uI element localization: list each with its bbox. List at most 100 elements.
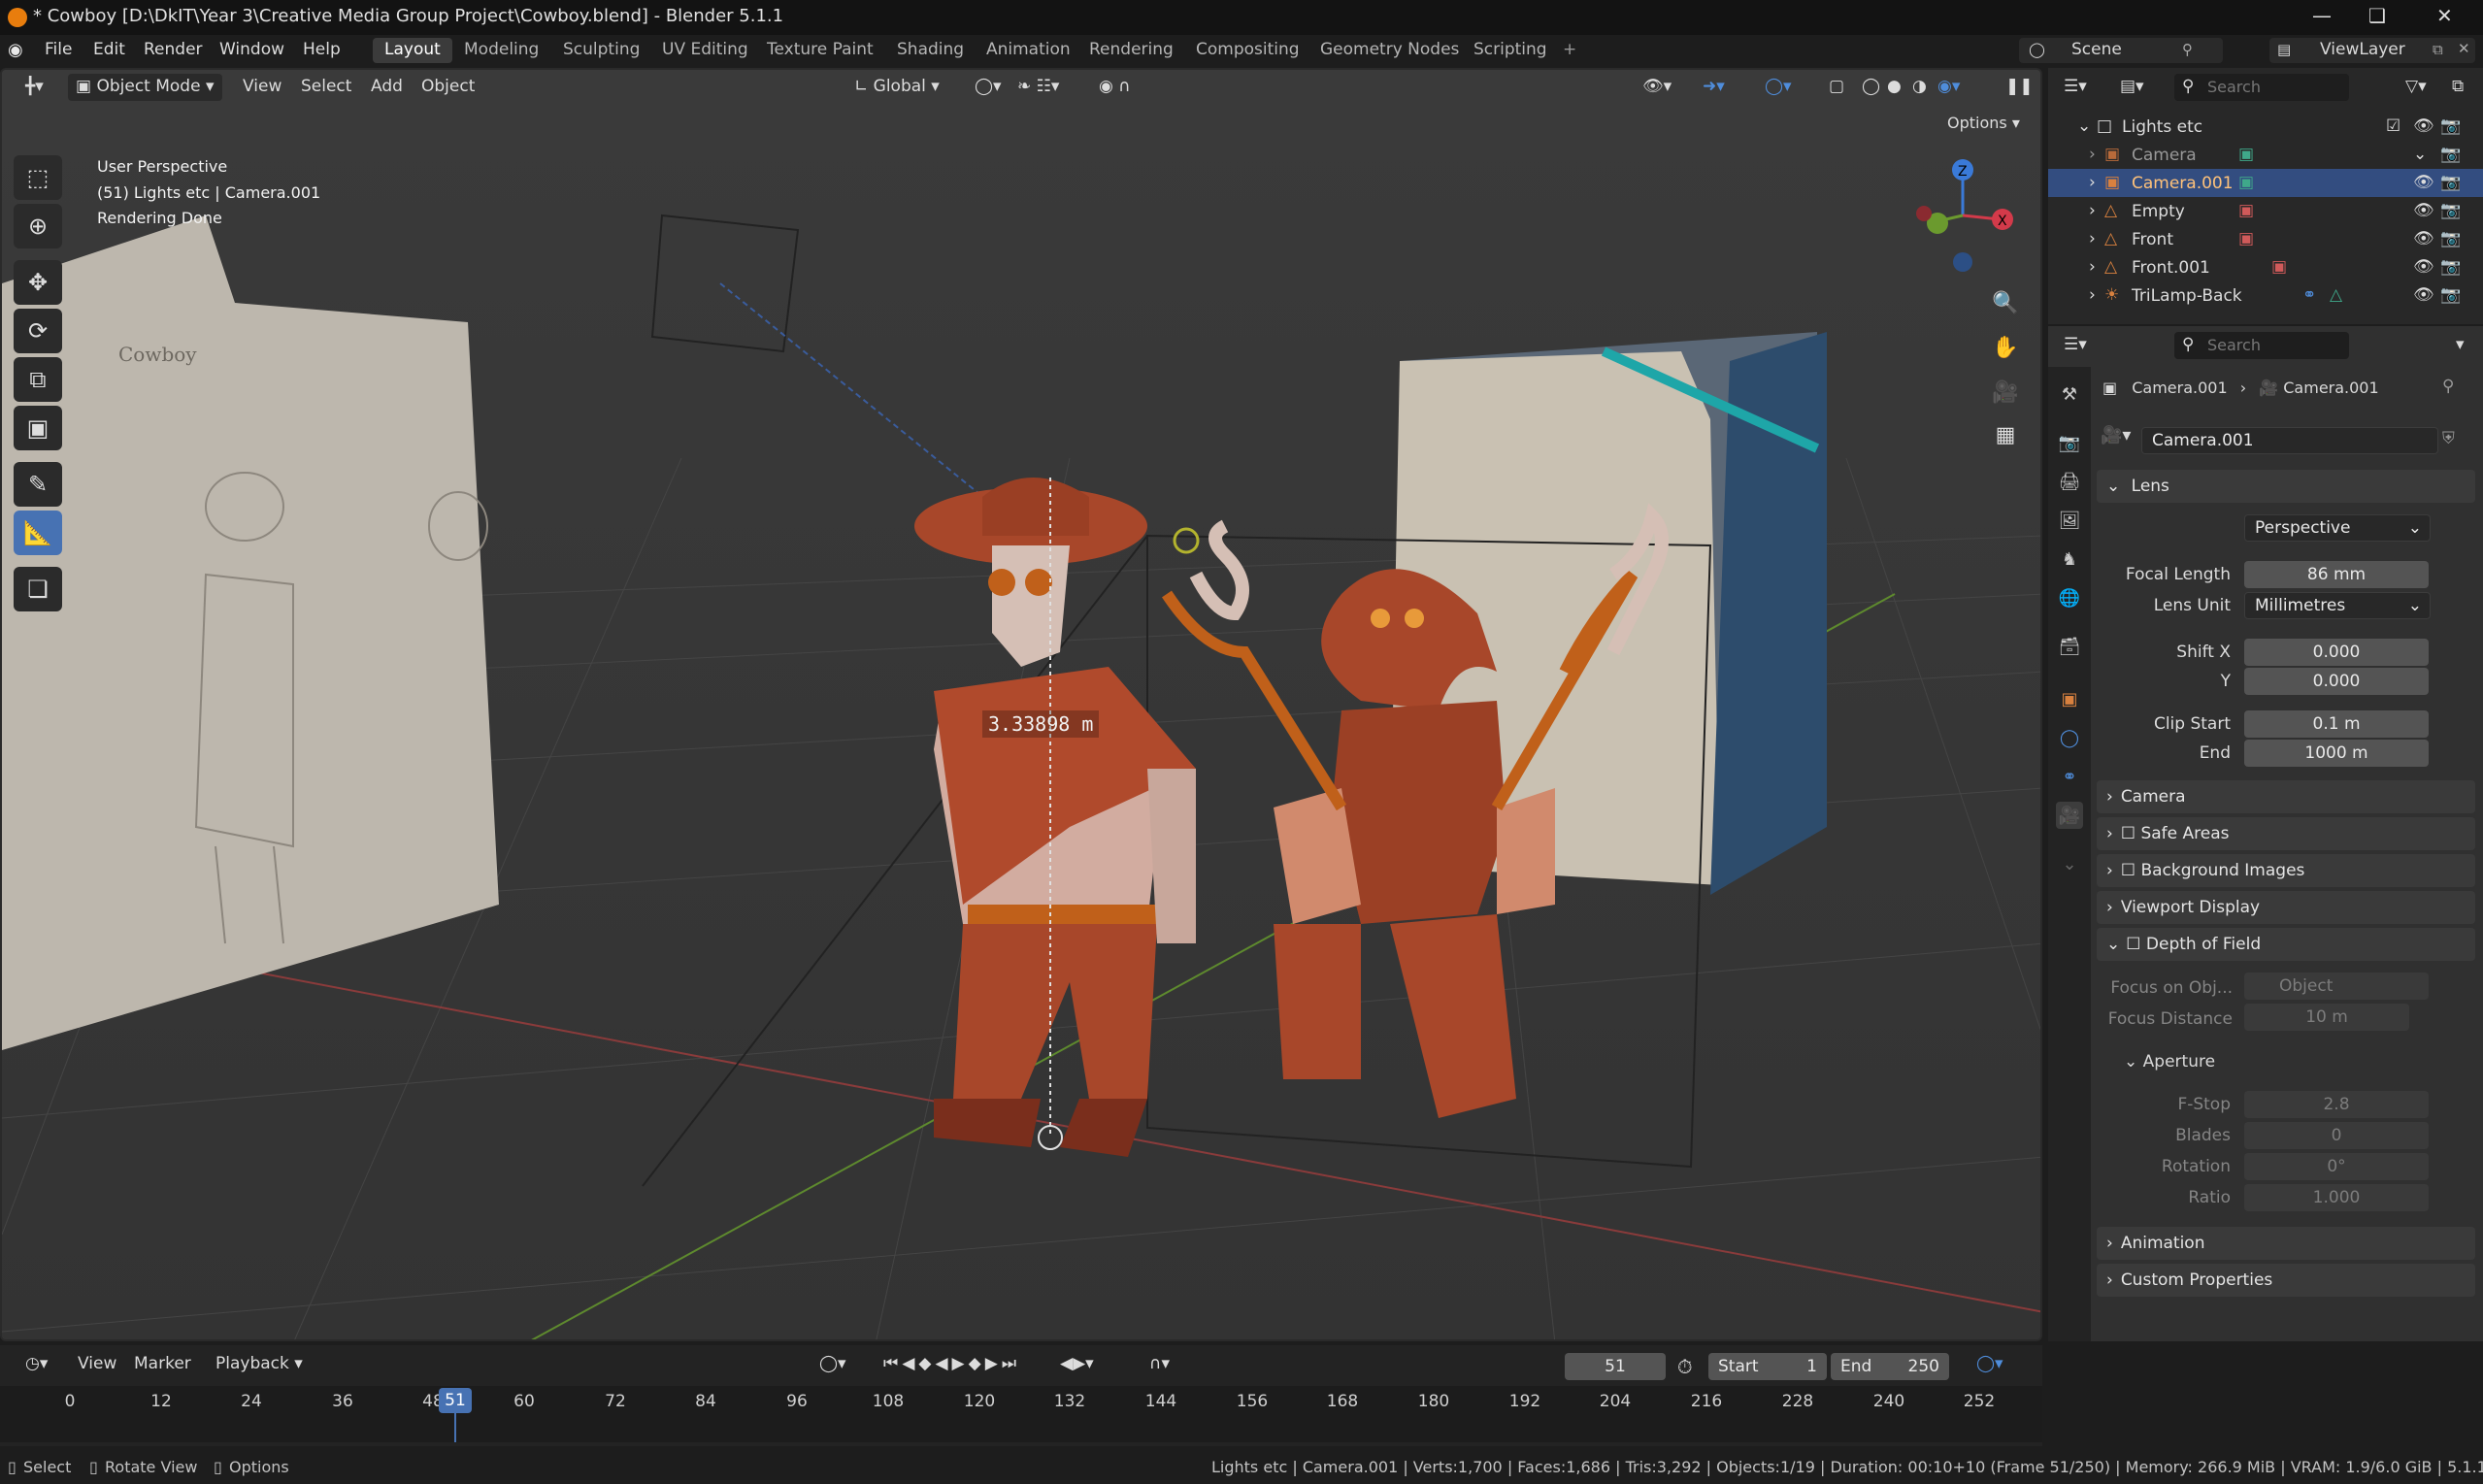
add-cube-tool[interactable]: ❏ [14,567,62,611]
focus-object-field[interactable]: Object [2244,973,2429,1000]
outliner-row-camera[interactable]: › ▣ Camera ▣ ⌄ 📷 [2048,141,2483,169]
properties-options-icon[interactable]: ▾ [2448,332,2472,359]
outliner-row-empty[interactable]: › △ Empty ▣ 👁 📷 [2048,197,2483,225]
camera-panel-header[interactable]: › Camera [2097,780,2475,813]
viewport-display-panel-header[interactable]: › Viewport Display [2097,891,2475,924]
rotate-tool[interactable]: ⟳ [14,309,62,353]
menu-file[interactable]: File [45,40,72,59]
viewlayer-selector[interactable]: ▤ ViewLayer ⧉ ✕ [2269,38,2475,63]
rendered-shading-icon[interactable]: ◉▾ [1930,74,1968,101]
tab-layout[interactable]: Layout [373,38,452,63]
visibility-icon[interactable]: 👁▾ [1635,74,1679,101]
render-camera-icon[interactable]: 📷 [2440,173,2461,192]
tab-modeling[interactable]: Modeling [452,38,550,63]
focal-length-field[interactable]: 86 mm [2244,561,2429,588]
keying-set-icon[interactable]: ∩▾ [1142,1351,1177,1378]
outliner-row-front-001[interactable]: › △ Front.001 ▣ 👁 📷 [2048,253,2483,281]
output-tab-icon[interactable]: 🖨 [2056,468,2083,495]
outliner-row-trilamp-back[interactable]: › ☀ TriLamp-Back ⚭ △ 👁 📷 [2048,281,2483,310]
annotate-tool[interactable]: ✎ [14,462,62,507]
hide-eye-icon[interactable]: 👁 [2413,257,2434,277]
menu-view[interactable]: View [235,74,289,101]
options-dropdown[interactable]: Options ▾ [1939,111,2028,138]
dof-checkbox[interactable]: ☐ [2126,935,2140,954]
playback-controls[interactable]: ⏮◀◆◀▶◆▶⏭ [876,1351,1028,1378]
object-tab-icon[interactable]: ▣ [2056,685,2083,712]
render-camera-icon[interactable]: 📷 [2440,116,2461,136]
auto-keying-icon[interactable]: ◯▾ [811,1351,854,1378]
editor-type-icon[interactable]: ╋▾ [17,74,51,101]
next-keyframe-icon[interactable]: ◆▶ [969,1354,1002,1373]
constraints-tab-icon[interactable]: ⚭ [2056,763,2083,790]
menu-render[interactable]: Render [144,40,203,59]
timeline-editor-icon[interactable]: ◷▾ [17,1351,55,1378]
move-tool[interactable]: ✥ [14,260,62,305]
hide-eye-icon[interactable]: ⌄ [2413,145,2427,164]
hide-eye-icon[interactable]: 👁 [2413,116,2434,136]
playhead[interactable]: 51 [439,1388,472,1413]
proportional-edit-icon[interactable]: ◉ ∩ [1091,74,1139,101]
safe-areas-panel-header[interactable]: › ☐ Safe Areas [2097,817,2475,850]
menu-help[interactable]: Help [303,40,341,59]
lens-unit-dropdown[interactable]: Millimetres ⌄ [2244,592,2431,619]
new-collection-icon[interactable]: ⧉ [2444,74,2471,101]
tab-geometry-nodes[interactable]: Geometry Nodes [1308,38,1471,63]
shift-y-field[interactable]: 0.000 [2244,668,2429,695]
menu-window[interactable]: Window [219,40,284,59]
tab-scripting[interactable]: Scripting [1462,38,1559,63]
fake-user-icon[interactable]: ⛨ [2442,429,2455,448]
play-reverse-icon[interactable]: ◀ [935,1354,951,1373]
remove-viewlayer-icon[interactable]: ✕ [2458,40,2470,57]
pan-hand-icon[interactable]: ✋ [1986,328,2025,367]
properties-search[interactable]: ⚲ Search [2174,332,2349,359]
camera-data-tab-icon[interactable]: 🎥 [2056,802,2083,829]
render-camera-icon[interactable]: 📷 [2440,285,2461,305]
prev-keyframe-icon[interactable]: ◀◆ [902,1354,935,1373]
jump-start-icon[interactable]: ⏮ [883,1354,902,1373]
playback-dropdown[interactable]: Playback ▾ [208,1351,311,1378]
pin-icon[interactable]: ⚲ [2182,41,2193,58]
snap-icon[interactable]: ❧ ☷▾ [1010,74,1067,101]
gizmo-icon[interactable]: ➜▾ [1695,74,1733,101]
scene-selector[interactable]: ◯ Scene ⚲ [2019,38,2223,63]
pivot-icon[interactable]: ◯▾ [967,74,1010,101]
custom-properties-panel-header[interactable]: › Custom Properties [2097,1264,2475,1297]
hide-eye-icon[interactable]: 👁 [2413,229,2434,248]
3d-viewport[interactable]: Cowboy 3.33898 m [0,68,2042,1341]
pause-render-icon[interactable]: ❚❚ [1998,74,2041,101]
blades-field[interactable]: 0 [2244,1122,2429,1149]
playback-sync-icon[interactable]: ◯▾ [1969,1351,2011,1378]
overlays-icon[interactable]: ◯▾ [1757,74,1800,101]
properties-editor-icon[interactable]: ☰▾ [2056,332,2095,359]
background-images-panel-header[interactable]: › ☐ Background Images [2097,854,2475,887]
keyframe-nav-icon[interactable]: ◀▶▾ [1052,1351,1102,1378]
timeline-menu-view[interactable]: View [70,1351,124,1378]
aperture-subpanel-header[interactable]: ⌄ Aperture [2124,1052,2215,1072]
safe-areas-checkbox[interactable]: ☐ [2121,824,2135,843]
tool-tab-icon[interactable]: ⚒ [2056,380,2083,408]
render-camera-icon[interactable]: 📷 [2440,145,2461,164]
menu-object[interactable]: Object [414,74,482,101]
tab-rendering[interactable]: Rendering [1077,38,1185,63]
outliner-row-camera-001[interactable]: › ▣ Camera.001 ▣ 👁 📷 [2048,169,2483,197]
zoom-icon[interactable]: 🔍 [1986,283,2025,322]
minimize-icon[interactable]: — [2312,4,2332,27]
view-layer-tab-icon[interactable]: 🖼 [2056,507,2083,534]
world-tab-icon[interactable]: 🌐 [2056,584,2083,611]
camera-view-icon[interactable]: 🎥 [1986,373,2025,412]
select-box-tool[interactable]: ⬚ [14,155,62,200]
close-icon[interactable]: ✕ [2436,4,2453,27]
clip-start-field[interactable]: 0.1 m [2244,710,2429,738]
timeline-track[interactable] [0,1386,2042,1442]
hide-eye-icon[interactable]: 👁 [2413,285,2434,305]
physics-tab-icon[interactable]: ◯ [2056,724,2083,751]
outliner-search[interactable]: ⚲ Search [2174,74,2349,101]
datablock-browse-icon[interactable]: 🎥▾ [2101,425,2139,454]
lens-type-dropdown[interactable]: Perspective ⌄ [2244,514,2431,542]
lens-panel-header[interactable]: ⌄ Lens [2097,470,2475,503]
tabs-more-icon[interactable]: ⌄ [2056,850,2083,877]
mode-dropdown[interactable]: ▣ Object Mode ▾ [68,74,222,101]
camera-datablock-name[interactable]: Camera.001 [2141,427,2438,454]
display-mode-icon[interactable]: ▤▾ [2112,74,2152,101]
add-workspace-icon[interactable]: + [1563,40,1576,59]
